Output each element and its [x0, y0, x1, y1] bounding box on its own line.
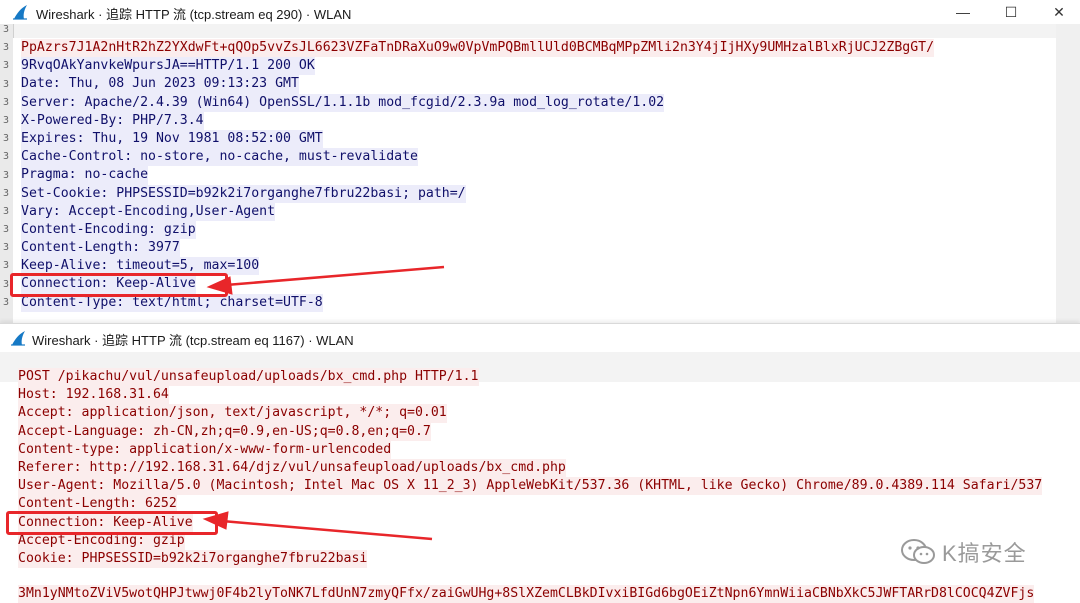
watermark-text: K搞安全: [942, 541, 1027, 566]
annotation-arrowhead-1: [206, 276, 233, 295]
wechat-icon: [901, 539, 935, 564]
annotation-arrowhead-2: [202, 511, 229, 530]
annotation-arrows: [202, 265, 445, 541]
watermark: K搞安全: [900, 536, 1027, 568]
annotation-arrow-line-2: [221, 519, 433, 541]
annotation-arrow-line-1: [225, 265, 445, 287]
